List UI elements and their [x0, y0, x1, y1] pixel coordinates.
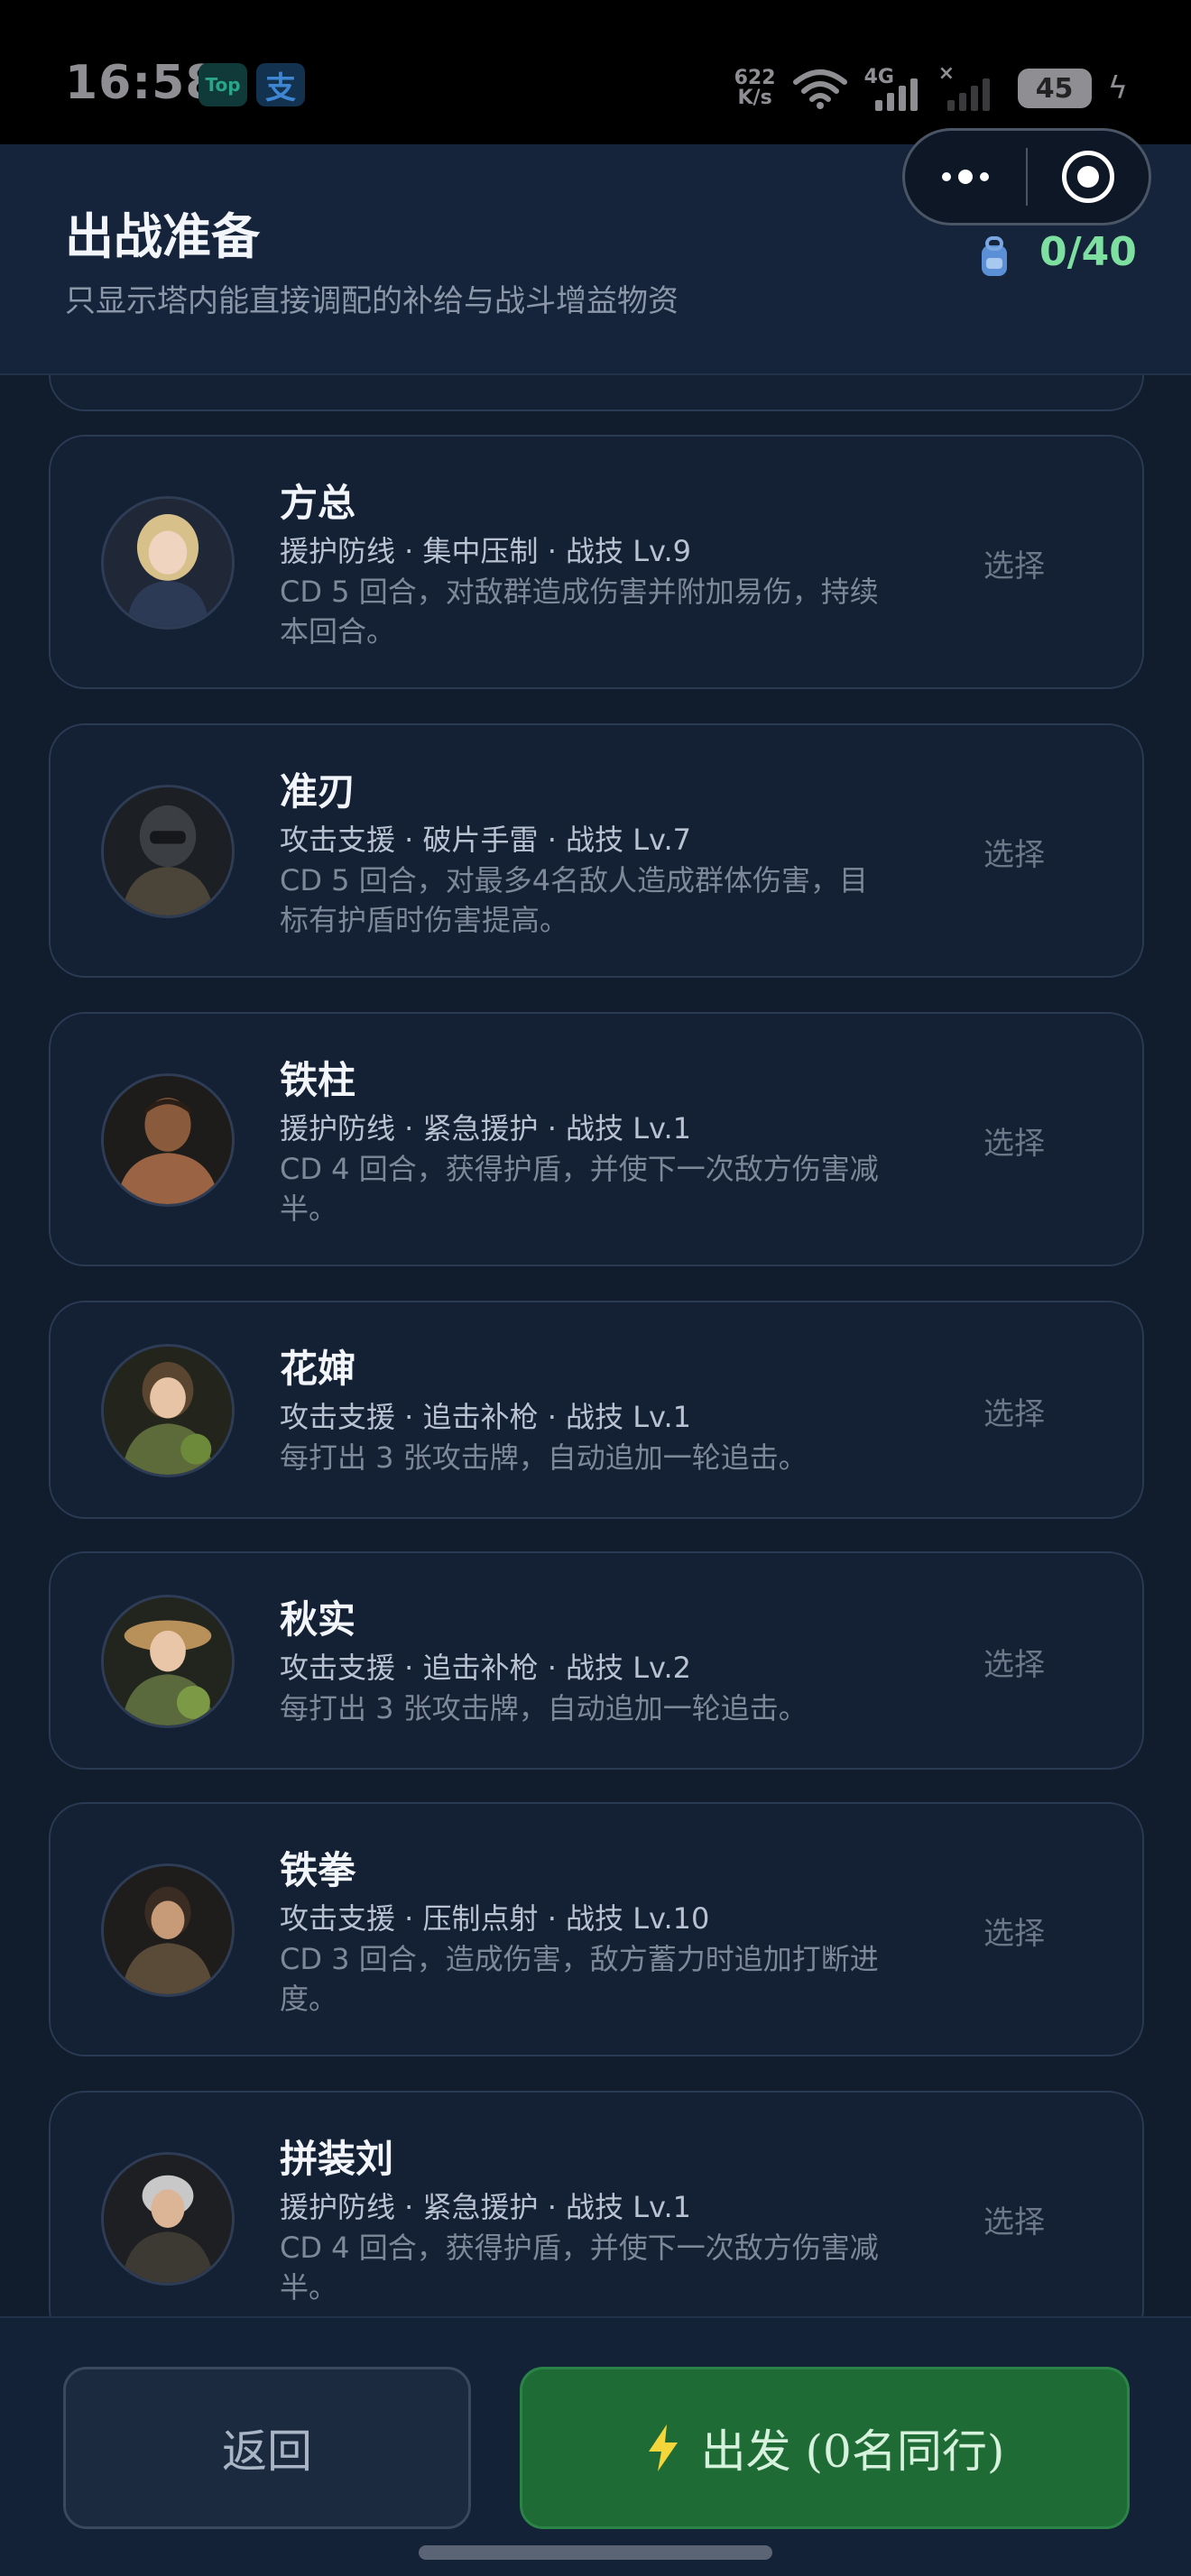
card-meta: 攻击支援 · 追击补枪 · 战技 Lv.2: [280, 1651, 692, 1685]
page-title: 出战准备: [65, 208, 260, 265]
app-badge-alipay: 支: [256, 63, 305, 106]
card-desc: 每打出 3 张攻击牌，自动追加一轮追击。: [280, 1691, 808, 1725]
list-item[interactable]: [49, 375, 1144, 411]
companion-list[interactable]: 方总 援护防线 · 集中压制 · 战技 Lv.9 CD 5 回合，对敌群造成伤害…: [0, 375, 1191, 2316]
net-speed: 622 K/s: [734, 67, 776, 109]
avatar: [101, 496, 235, 630]
avatar: [101, 1863, 235, 1997]
select-button[interactable]: 选择: [983, 1640, 1045, 1684]
status-bar: 16:58 Top 支 622 K/s 4G × 45 ϟ: [0, 0, 1191, 144]
card-meta: 援护防线 · 集中压制 · 战技 Lv.9: [280, 534, 692, 568]
list-item[interactable]: 准刃 攻击支援 · 破片手雷 · 战技 Lv.7 CD 5 回合，对最多4名敌人…: [49, 723, 1144, 978]
page-subtitle: 只显示塔内能直接调配的补给与战斗增益物资: [65, 283, 679, 319]
select-button[interactable]: 选择: [983, 1909, 1045, 1953]
back-button-label: 返回: [222, 2425, 312, 2478]
card-name: 准刃: [280, 769, 356, 814]
card-name: 秋实: [280, 1597, 356, 1642]
list-item[interactable]: 秋实 攻击支援 · 追击补枪 · 战技 Lv.2 每打出 3 张攻击牌，自动追加…: [49, 1551, 1144, 1770]
depart-button[interactable]: 出发 (0名同行): [520, 2367, 1130, 2529]
back-button[interactable]: 返回: [63, 2367, 471, 2529]
lightning-icon: [648, 2424, 678, 2471]
card-meta: 攻击支援 · 追击补枪 · 战技 Lv.1: [280, 1400, 692, 1434]
card-desc: CD 5 回合，对最多4名敌人造成群体伤害，目标有护盾时伤害提高。: [280, 863, 869, 937]
cell-signal-icon: 4G: [864, 66, 922, 111]
cell-signal-2-icon: ×: [938, 62, 1002, 111]
select-button[interactable]: 选择: [983, 1389, 1045, 1433]
page-header: 出战准备 只显示塔内能直接调配的补给与战斗增益物资 0/40: [0, 128, 1191, 375]
battery-icon: 45: [1017, 69, 1092, 108]
list-item[interactable]: 花婶 攻击支援 · 追击补枪 · 战技 Lv.1 每打出 3 张攻击牌，自动追加…: [49, 1301, 1144, 1519]
card-meta: 援护防线 · 紧急援护 · 战技 Lv.1: [280, 1111, 692, 1145]
card-desc: CD 4 回合，获得护盾，并使下一次敌方伤害减半。: [280, 1152, 879, 1226]
charging-icon: ϟ: [1107, 70, 1128, 106]
select-button[interactable]: 选择: [983, 1118, 1045, 1163]
card-name: 铁拳: [280, 1848, 356, 1892]
card-desc: CD 5 回合，对敌群造成伤害并附加易伤，持续本回合。: [280, 575, 879, 649]
card-name: 拼装刘: [280, 2137, 394, 2181]
card-meta: 攻击支援 · 破片手雷 · 战技 Lv.7: [280, 823, 692, 857]
avatar: [101, 1073, 235, 1207]
card-meta: 援护防线 · 紧急援护 · 战技 Lv.1: [280, 2190, 692, 2224]
card-desc: CD 3 回合，造成伤害，敌方蓄力时追加打断进度。: [280, 1942, 879, 2016]
avatar: [101, 2152, 235, 2286]
list-item[interactable]: 铁柱 援护防线 · 紧急援护 · 战技 Lv.1 CD 4 回合，获得护盾，并使…: [49, 1012, 1144, 1266]
avatar: [101, 1344, 235, 1477]
more-icon[interactable]: [905, 131, 1026, 223]
card-desc: 每打出 3 张攻击牌，自动追加一轮追击。: [280, 1440, 808, 1475]
list-item[interactable]: 铁拳 攻击支援 · 压制点射 · 战技 Lv.10 CD 3 回合，造成伤害，敌…: [49, 1802, 1144, 2056]
avatar: [101, 1595, 235, 1728]
card-name: 花婶: [280, 1347, 356, 1391]
mini-program-capsule: [902, 128, 1151, 225]
list-item[interactable]: 拼装刘 援护防线 · 紧急援护 · 战技 Lv.1 CD 4 回合，获得护盾，并…: [49, 2091, 1144, 2316]
card-name: 铁柱: [280, 1058, 356, 1102]
action-footer: 返回 出发 (0名同行): [0, 2316, 1191, 2576]
avatar: [101, 785, 235, 918]
select-button[interactable]: 选择: [983, 541, 1045, 585]
close-miniprogram-icon[interactable]: [1028, 151, 1149, 203]
status-time: 16:58: [65, 56, 219, 110]
wifi-icon: [792, 69, 847, 109]
depart-button-label: 出发 (0名同行): [700, 2425, 1005, 2478]
capacity-count: 0/40: [1039, 229, 1137, 275]
home-indicator[interactable]: [419, 2545, 772, 2560]
select-button[interactable]: 选择: [983, 830, 1045, 874]
app-badge-top: Top: [198, 63, 247, 106]
card-name: 方总: [280, 481, 356, 525]
backpack-icon: [982, 236, 1007, 276]
select-button[interactable]: 选择: [983, 2197, 1045, 2241]
list-item[interactable]: 方总 援护防线 · 集中压制 · 战技 Lv.9 CD 5 回合，对敌群造成伤害…: [49, 435, 1144, 689]
card-meta: 攻击支援 · 压制点射 · 战技 Lv.10: [280, 1901, 710, 1936]
card-desc: CD 4 回合，获得护盾，并使下一次敌方伤害减半。: [280, 2231, 879, 2305]
